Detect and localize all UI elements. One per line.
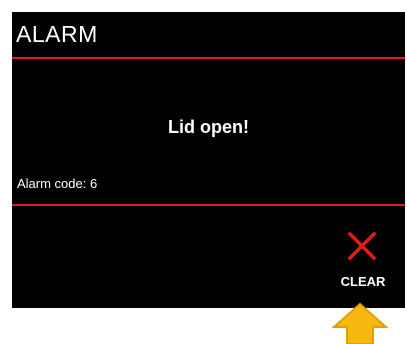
clear-button-label: CLEAR bbox=[340, 274, 386, 289]
clear-button[interactable]: CLEAR bbox=[327, 225, 399, 295]
close-x-icon bbox=[347, 231, 377, 261]
message-area: Lid open! Alarm code: 6 bbox=[12, 59, 405, 206]
alarm-message: Lid open! bbox=[168, 117, 249, 137]
title-bar: ALARM bbox=[12, 12, 405, 59]
alarm-code-text: Alarm code: 6 bbox=[17, 176, 98, 191]
alarm-screen: ALARM Lid open! Alarm code: 6 CLEAR bbox=[12, 12, 405, 308]
dialog-title: ALARM bbox=[16, 21, 98, 47]
arrow-up-icon bbox=[332, 303, 388, 344]
